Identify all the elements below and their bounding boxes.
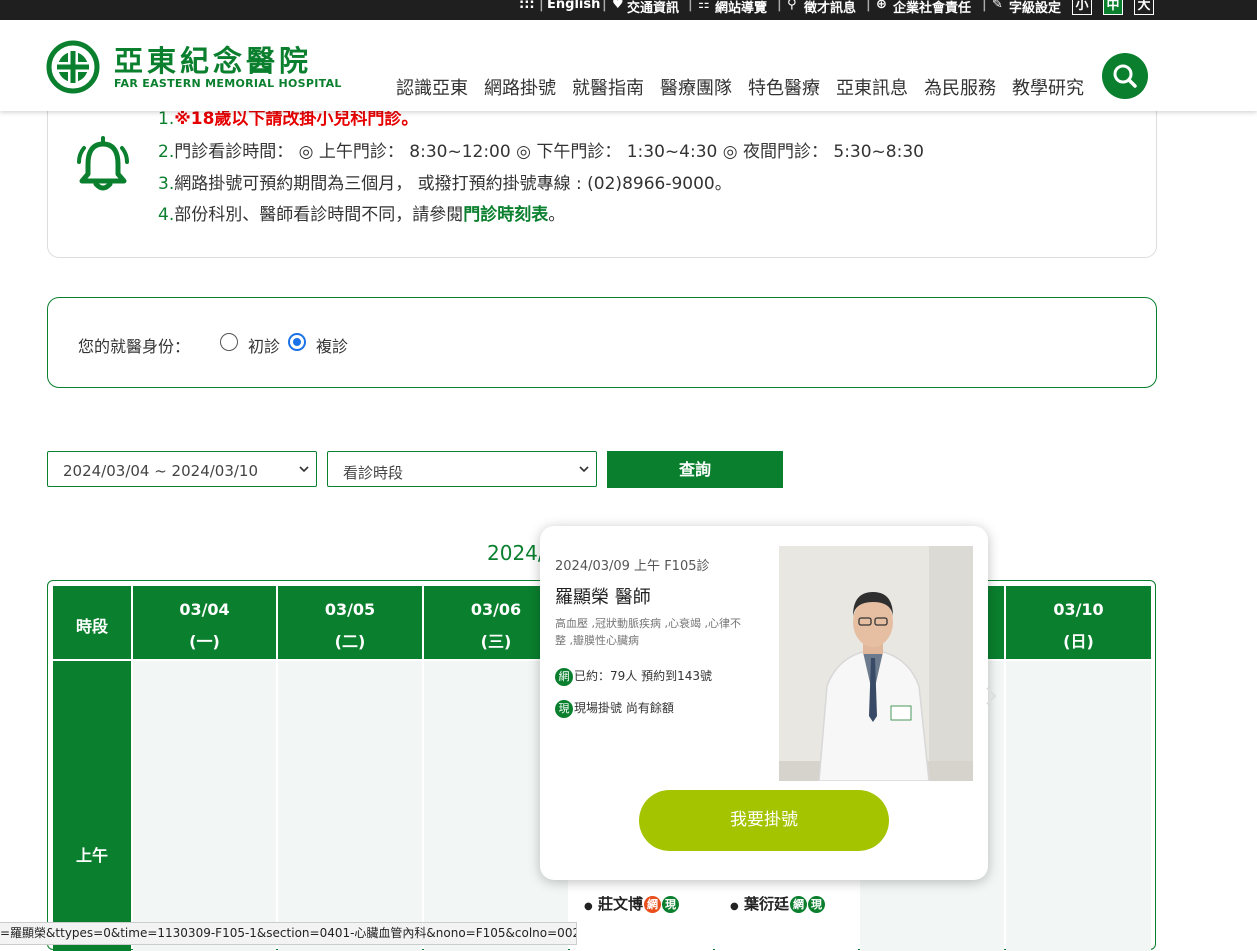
font-medium-button[interactable]: 中 bbox=[1103, 0, 1123, 15]
cell-0310-am bbox=[1006, 661, 1151, 951]
header-slot: 時段 bbox=[53, 586, 131, 659]
menu-grid-icon[interactable]: ::: bbox=[519, 0, 535, 12]
identity-panel bbox=[47, 297, 1157, 388]
divider: | bbox=[866, 0, 871, 12]
doctor-link[interactable]: ● 莊文博網現 bbox=[584, 893, 679, 914]
sitemap-link[interactable]: 網站導覽 bbox=[715, 0, 767, 16]
doctor-name[interactable]: 羅顯榮 醫師 bbox=[555, 583, 651, 609]
identity-label: 您的就醫身份： bbox=[78, 337, 191, 356]
chevron-down-icon bbox=[579, 466, 589, 473]
notice-item-3: 3.網路掛號可預約期間為三個月， 或撥打預約掛號專線 : (02)8966-90… bbox=[158, 174, 732, 194]
net-badge: 網 bbox=[643, 896, 661, 913]
net-badge: 網 bbox=[555, 667, 573, 686]
date-range-select[interactable]: 2024/03/04 ~ 2024/03/10 bbox=[47, 451, 317, 487]
booked-status: 網已約：79人 預約到143號 bbox=[555, 667, 712, 686]
top-utility-bar: ::: | English | ♥ 交通資訊 | ☷ 網站導覽 | ⚲ 徵才訊息… bbox=[0, 0, 1257, 20]
nav-news[interactable]: 亞東訊息 bbox=[836, 74, 908, 100]
nav-teaching[interactable]: 教學研究 bbox=[1012, 74, 1084, 100]
doctor-specialties: 高血壓 ,冠狀動脈疾病 ,心衰竭 ,心律不整 ,瓣膜性心臟病 bbox=[555, 617, 741, 647]
globe-icon: ⊕ bbox=[876, 0, 887, 12]
doctor-link[interactable]: ● 葉衍廷網現 bbox=[730, 893, 825, 914]
schedule-link[interactable]: 門診時刻表 bbox=[463, 205, 548, 225]
onsite-badge: 現 bbox=[807, 896, 825, 913]
logo-chinese-name[interactable]: 亞東紀念醫院 bbox=[114, 38, 312, 80]
nav-medical-team[interactable]: 醫療團隊 bbox=[660, 74, 732, 100]
query-button[interactable]: 查詢 bbox=[607, 451, 783, 488]
nav-specialties[interactable]: 特色醫療 bbox=[748, 74, 820, 100]
chevron-right-icon bbox=[986, 687, 997, 705]
first-visit-label[interactable]: 初診 bbox=[248, 333, 280, 357]
cell-0304-am bbox=[133, 661, 276, 951]
divider: | bbox=[602, 0, 607, 12]
logo-english-name[interactable]: FAR EASTERN MEMORIAL HOSPITAL bbox=[114, 77, 342, 90]
net-badge: 網 bbox=[789, 896, 807, 913]
header-day-0310: 03/10 (日) bbox=[1006, 586, 1151, 659]
divider: | bbox=[982, 0, 987, 12]
return-visit-label[interactable]: 複診 bbox=[316, 333, 348, 357]
nav-online-registration[interactable]: 網路掛號 bbox=[484, 74, 556, 100]
csr-link[interactable]: 企業社會責任 bbox=[893, 0, 971, 16]
header-day-0304: 03/04 (一) bbox=[133, 586, 276, 659]
location-icon: ♥ bbox=[612, 0, 624, 12]
font-size-icon: ✎ bbox=[992, 0, 1003, 12]
search-icon bbox=[1113, 64, 1137, 88]
site-header: 亞東紀念醫院 FAR EASTERN MEMORIAL HOSPITAL 認識亞… bbox=[0, 20, 1257, 111]
cell-0305-am bbox=[278, 661, 422, 951]
slot-morning: 上午 bbox=[53, 661, 131, 951]
doctor-popup: 2024/03/09 上午 F105診 羅顯榮 醫師 高血壓 ,冠狀動脈疾病 ,… bbox=[540, 526, 988, 880]
appointment-meta: 2024/03/09 上午 F105診 bbox=[555, 559, 710, 574]
bullet: ● bbox=[730, 901, 739, 912]
doctor-photo bbox=[779, 546, 973, 781]
bell-icon bbox=[77, 136, 129, 191]
search-people-icon: ⚲ bbox=[787, 0, 797, 12]
onsite-badge: 現 bbox=[555, 699, 573, 718]
nav-services[interactable]: 為民服務 bbox=[924, 74, 996, 100]
jobs-link[interactable]: 徵才訊息 bbox=[804, 0, 856, 16]
first-visit-radio[interactable] bbox=[220, 333, 238, 351]
traffic-link[interactable]: 交通資訊 bbox=[627, 0, 679, 16]
divider: | bbox=[539, 0, 544, 12]
book-appointment-button[interactable]: 我要掛號 bbox=[639, 790, 889, 851]
header-day-0305: 03/05 (二) bbox=[278, 586, 422, 659]
week-title: 2024/ bbox=[487, 541, 545, 565]
search-button[interactable] bbox=[1102, 53, 1148, 99]
notice-item-2: 2.門診看診時間： ◎ 上午門診： 8:30~12:00 ◎ 下午門診： 1:3… bbox=[158, 142, 924, 162]
hospital-logo-icon[interactable] bbox=[46, 40, 100, 94]
bullet: ● bbox=[584, 901, 593, 912]
nav-guide[interactable]: 就醫指南 bbox=[572, 74, 644, 100]
notice-item-4: 4.部份科別、醫師看診時間不同，請參閱門診時刻表。 bbox=[158, 205, 566, 225]
browser-status-bar: =羅顯榮&ttypes=0&time=1130309-F105-1&sectio… bbox=[0, 922, 577, 945]
divider: | bbox=[777, 0, 782, 12]
divider: | bbox=[688, 0, 693, 12]
font-small-button[interactable]: 小 bbox=[1072, 0, 1092, 15]
period-select[interactable]: 看診時段 bbox=[327, 451, 597, 487]
nav-about[interactable]: 認識亞東 bbox=[396, 74, 468, 100]
english-link[interactable]: English bbox=[547, 0, 600, 12]
onsite-badge: 現 bbox=[661, 896, 679, 913]
onsite-status: 現現場掛號 尚有餘額 bbox=[555, 699, 674, 718]
return-visit-radio[interactable] bbox=[288, 333, 306, 351]
chevron-down-icon bbox=[299, 466, 309, 473]
font-size-label: 字級設定 bbox=[1009, 1, 1062, 16]
font-large-button[interactable]: 大 bbox=[1134, 0, 1154, 15]
sitemap-icon: ☷ bbox=[698, 0, 710, 12]
